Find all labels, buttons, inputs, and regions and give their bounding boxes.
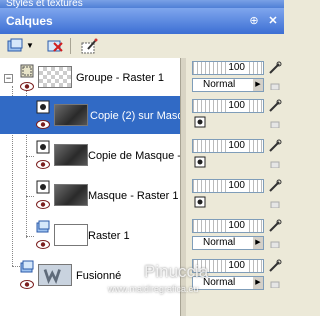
layer-thumbnail bbox=[54, 224, 88, 246]
dropdown-arrow-icon[interactable]: ▼ bbox=[26, 37, 34, 55]
layer-row[interactable]: Copie de Masque - Ra bbox=[0, 136, 180, 174]
lock-icon[interactable] bbox=[270, 198, 280, 208]
visibility-eye-icon[interactable] bbox=[20, 82, 34, 91]
edit-layer-icon[interactable] bbox=[80, 37, 98, 55]
palette-title: Calques bbox=[6, 14, 53, 28]
brush-icon[interactable] bbox=[268, 99, 282, 113]
brush-icon[interactable] bbox=[268, 179, 282, 193]
opacity-slider[interactable]: 100 bbox=[192, 219, 264, 233]
layer-name: Copie de Masque - Ra bbox=[88, 150, 180, 162]
layer-thumbnail bbox=[54, 184, 88, 206]
opacity-value: 100 bbox=[226, 62, 247, 74]
opacity-value: 100 bbox=[226, 180, 247, 192]
layer-name: Masque - Raster 1 bbox=[88, 190, 179, 202]
brush-icon[interactable] bbox=[268, 61, 282, 75]
styles-textures-title: Styles et textures bbox=[6, 0, 83, 8]
watermark-url: www.maidiregrafica.eu bbox=[108, 284, 199, 294]
mask-link-icon[interactable] bbox=[194, 156, 206, 168]
raster-layer-icon bbox=[36, 220, 50, 233]
mask-layer-icon bbox=[36, 140, 50, 154]
opacity-slider[interactable]: 100 bbox=[192, 139, 264, 153]
pin-icon[interactable]: ⊕ bbox=[247, 14, 261, 28]
visibility-eye-icon[interactable] bbox=[36, 120, 50, 129]
mask-layer-icon bbox=[36, 180, 50, 194]
layers-toolbar: ▼ bbox=[0, 34, 284, 59]
layer-row[interactable]: Raster 1 bbox=[0, 216, 180, 254]
mask-layer-icon bbox=[36, 100, 50, 114]
toolbar-separator bbox=[70, 38, 71, 54]
styles-textures-titlebar[interactable]: Styles et textures bbox=[0, 0, 284, 8]
blend-mode-select[interactable]: Normal ▶ bbox=[192, 236, 264, 250]
opacity-slider[interactable]: 100 bbox=[192, 61, 264, 75]
layer-name: Groupe - Raster 1 bbox=[76, 72, 165, 84]
layer-row[interactable]: Masque - Raster 1 bbox=[0, 176, 180, 214]
lock-icon[interactable] bbox=[270, 80, 280, 90]
brush-icon[interactable] bbox=[268, 259, 282, 273]
mask-link-icon[interactable] bbox=[194, 196, 206, 208]
layer-properties-row: 100 bbox=[186, 96, 284, 134]
opacity-slider[interactable]: 100 bbox=[192, 99, 264, 113]
layer-thumbnail bbox=[38, 264, 72, 286]
opacity-value: 100 bbox=[226, 260, 247, 272]
raster-layer-icon bbox=[20, 260, 34, 273]
layer-row-selected[interactable]: Copie (2) sur Masque bbox=[0, 96, 180, 134]
lock-icon[interactable] bbox=[270, 158, 280, 168]
watermark-name: Pinuccia bbox=[144, 262, 209, 281]
layer-row-group[interactable]: − Groupe - Raster 1 bbox=[0, 58, 180, 96]
layer-thumbnail bbox=[54, 104, 88, 126]
layer-properties-row: 100 Normal ▶ bbox=[186, 58, 284, 96]
blend-mode-value: Normal bbox=[203, 237, 236, 248]
opacity-value: 100 bbox=[226, 100, 247, 112]
group-layer-icon bbox=[20, 64, 34, 78]
mask-link-icon[interactable] bbox=[194, 116, 206, 128]
new-layer-icon[interactable] bbox=[6, 37, 24, 55]
layer-properties-row: 100 Normal ▶ bbox=[186, 216, 284, 254]
opacity-value: 100 bbox=[226, 140, 247, 152]
blend-mode-select[interactable]: Normal ▶ bbox=[192, 78, 264, 92]
lock-icon[interactable] bbox=[270, 118, 280, 128]
opacity-value: 100 bbox=[226, 220, 247, 232]
visibility-eye-icon[interactable] bbox=[36, 160, 50, 169]
layer-properties-row: 100 bbox=[186, 136, 284, 174]
layer-name: Copie (2) sur Masque bbox=[90, 110, 180, 122]
layer-properties-row: 100 bbox=[186, 176, 284, 214]
delete-layer-icon[interactable] bbox=[46, 37, 64, 55]
collapse-toggle[interactable]: − bbox=[4, 74, 13, 83]
layer-name: Raster 1 bbox=[88, 230, 130, 242]
opacity-slider[interactable]: 100 bbox=[192, 179, 264, 193]
dropdown-arrow-icon[interactable]: ▶ bbox=[253, 237, 263, 249]
dropdown-arrow-icon[interactable]: ▶ bbox=[253, 277, 263, 289]
brush-icon[interactable] bbox=[268, 219, 282, 233]
dropdown-arrow-icon[interactable]: ▶ bbox=[253, 79, 263, 91]
visibility-eye-icon[interactable] bbox=[36, 240, 50, 249]
close-icon[interactable]: ✕ bbox=[266, 14, 280, 28]
brush-icon[interactable] bbox=[268, 139, 282, 153]
lock-icon[interactable] bbox=[270, 278, 280, 288]
layer-thumbnail bbox=[38, 66, 72, 88]
visibility-eye-icon[interactable] bbox=[20, 280, 34, 289]
layers-palette-titlebar[interactable]: Calques ⊕ ✕ bbox=[0, 8, 284, 34]
visibility-eye-icon[interactable] bbox=[36, 200, 50, 209]
blend-mode-value: Normal bbox=[203, 79, 236, 90]
lock-icon[interactable] bbox=[270, 238, 280, 248]
layer-name: Fusionné bbox=[76, 270, 122, 282]
layer-thumbnail bbox=[54, 144, 88, 166]
